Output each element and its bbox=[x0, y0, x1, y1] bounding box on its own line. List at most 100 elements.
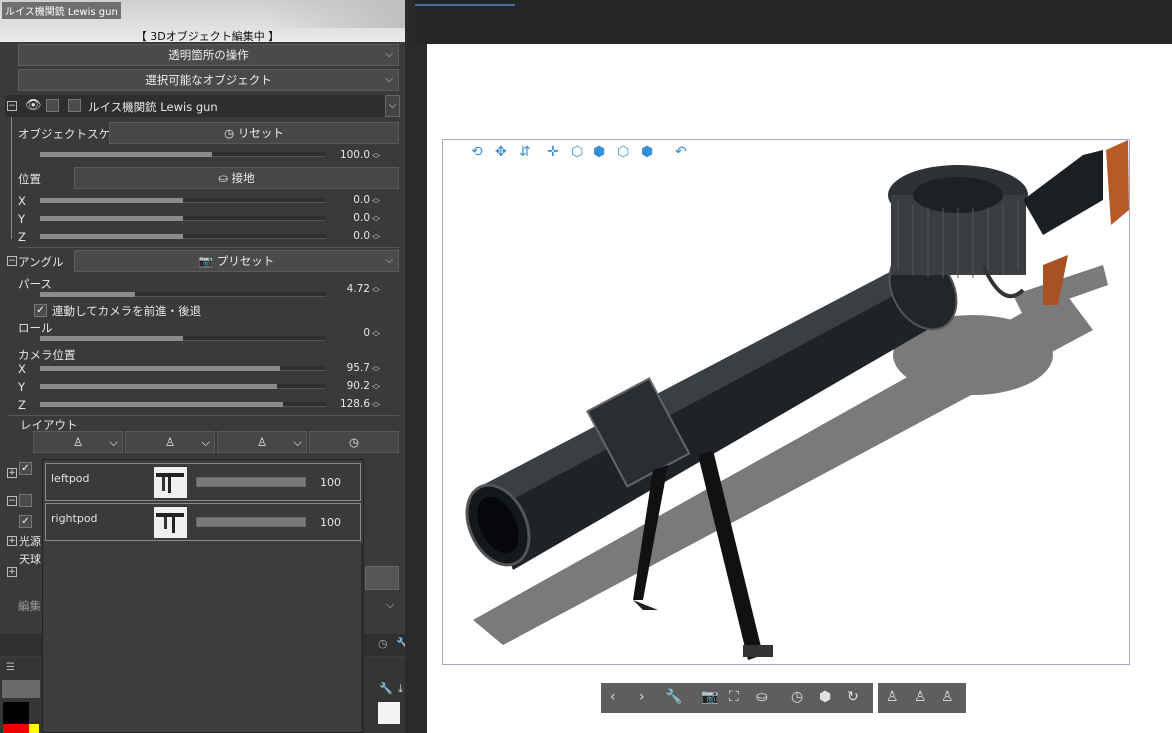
pan-camera-icon[interactable]: ✥ bbox=[495, 144, 507, 160]
sky-label: 天球 bbox=[19, 553, 41, 566]
cam-z-spin-icon[interactable]: ︿ ﹀ bbox=[372, 398, 380, 413]
angle-preset-dropdown[interactable]: 📷 プリセット ⌵ bbox=[74, 250, 399, 272]
settings-icon[interactable]: ◷ bbox=[378, 637, 388, 650]
scale-reset-button[interactable]: ◷ リセット bbox=[109, 122, 399, 144]
camera-icon[interactable]: 📷 bbox=[701, 689, 718, 705]
expand-icon[interactable]: + bbox=[7, 468, 17, 478]
angle-collapse-icon[interactable]: − bbox=[7, 256, 17, 266]
object-row[interactable]: − 👁 ルイス機関銃 Lewis gun ⌵ bbox=[5, 95, 400, 117]
color-swatch-red[interactable] bbox=[3, 724, 29, 733]
cam-x-slider[interactable] bbox=[40, 366, 326, 371]
pos-x-value[interactable]: 0.0 bbox=[320, 194, 370, 206]
cam-x-spin-icon[interactable]: ︿ ﹀ bbox=[372, 362, 380, 377]
chevron-down-icon: ⌵ bbox=[385, 74, 393, 85]
rotate-object-icon[interactable]: ⬢ bbox=[593, 144, 605, 160]
cam-y-slider[interactable] bbox=[40, 384, 326, 389]
pos-y-spin-icon[interactable]: ︿ ﹀ bbox=[372, 212, 380, 227]
object-reset-icon[interactable]: ⬢ bbox=[819, 689, 831, 705]
perspective-slider[interactable] bbox=[40, 292, 326, 297]
roll-value[interactable]: 0 bbox=[320, 327, 370, 339]
layout-pose-b-button[interactable]: ♙ ⌵ bbox=[125, 431, 215, 453]
pos-y-slider[interactable] bbox=[40, 216, 326, 221]
roll-spin-icon[interactable]: ︿ ﹀ bbox=[372, 327, 380, 342]
part-row-rightpod[interactable]: rightpod 100 bbox=[45, 503, 361, 541]
color-swatch-yellow[interactable] bbox=[29, 724, 39, 733]
previous-icon[interactable]: ‹ bbox=[610, 689, 616, 705]
undo-icon[interactable]: ↶ bbox=[675, 144, 687, 160]
cam-y-spin-icon[interactable]: ︿ ﹀ bbox=[372, 380, 380, 395]
collapse-icon[interactable]: − bbox=[7, 496, 17, 506]
part-row-leftpod[interactable]: leftpod 100 bbox=[45, 463, 361, 501]
cam-y-value[interactable]: 90.2 bbox=[320, 380, 370, 392]
layout-reset-button[interactable]: ◷ bbox=[309, 431, 399, 453]
camera-follow-checkbox[interactable]: ✓ bbox=[34, 304, 47, 317]
menu-icon[interactable]: ☰ bbox=[6, 662, 15, 673]
light-label: 光源 bbox=[19, 535, 41, 548]
expand-icon[interactable]: + bbox=[7, 536, 17, 546]
scale-slider[interactable] bbox=[40, 152, 326, 157]
ground-button[interactable]: ⛀ 接地 bbox=[74, 167, 399, 189]
color-tab[interactable] bbox=[2, 680, 40, 698]
pos-z-slider[interactable] bbox=[40, 234, 326, 239]
pos-x-spin-icon[interactable]: ︿ ﹀ bbox=[372, 194, 380, 209]
layout-pose-a-button[interactable]: ♙ ⌵ bbox=[33, 431, 123, 453]
cam-z-value[interactable]: 128.6 bbox=[320, 398, 370, 410]
ground-icon[interactable]: ⛀ bbox=[756, 689, 768, 705]
sub-color-swatch[interactable] bbox=[378, 702, 400, 724]
canvas-top-band bbox=[415, 0, 1172, 44]
selectable-objects-dropdown[interactable]: 選択可能なオブジェクト ⌵ bbox=[18, 69, 399, 91]
next-icon[interactable]: › bbox=[639, 689, 645, 705]
part-name: leftpod bbox=[51, 472, 90, 485]
scale-reset-label: リセット bbox=[237, 126, 284, 140]
hidden-button[interactable] bbox=[365, 566, 399, 590]
wrench-icon[interactable]: 🔧 bbox=[379, 682, 393, 695]
part-checkbox-2[interactable] bbox=[19, 494, 32, 507]
pos-y-value[interactable]: 0.0 bbox=[320, 212, 370, 224]
rotate-camera-icon[interactable]: ⟲ bbox=[471, 144, 483, 160]
pos-x-slider[interactable] bbox=[40, 198, 326, 203]
scale-value[interactable]: 100.0 bbox=[320, 149, 370, 161]
wrench-icon[interactable]: 🔧 bbox=[665, 689, 682, 705]
object-checkbox-a[interactable] bbox=[46, 99, 59, 112]
part-checkbox[interactable]: ✓ bbox=[19, 462, 32, 475]
part-checkbox-3[interactable]: ✓ bbox=[19, 515, 32, 528]
layout-pose-c-button[interactable]: ♙ ⌵ bbox=[217, 431, 307, 453]
roll-slider[interactable] bbox=[40, 336, 326, 341]
scale-object-icon[interactable]: ⬢ bbox=[641, 144, 653, 160]
part-slider[interactable] bbox=[196, 517, 306, 527]
transparent-ops-dropdown[interactable]: 透明箇所の操作 ⌵ bbox=[18, 44, 399, 66]
cam-x-value[interactable]: 95.7 bbox=[320, 362, 370, 374]
collapse-icon[interactable]: − bbox=[7, 101, 17, 111]
scale-spin-icon[interactable]: ︿ ﹀ bbox=[372, 149, 380, 164]
plane-move-icon[interactable]: ⬡ bbox=[571, 144, 583, 160]
pos-z-value[interactable]: 0.0 bbox=[320, 230, 370, 242]
pose-icon[interactable]: ♙ bbox=[914, 689, 927, 705]
pose-icon[interactable]: ♙ bbox=[941, 689, 954, 705]
cam-z-slider[interactable] bbox=[40, 402, 326, 407]
reset-icon[interactable]: ◷ bbox=[791, 689, 803, 705]
object-chevron-icon[interactable]: ⌵ bbox=[385, 95, 400, 117]
perspective-value[interactable]: 4.72 bbox=[320, 283, 370, 295]
main-color-swatch[interactable] bbox=[3, 702, 29, 724]
pos-z-spin-icon[interactable]: ︿ ﹀ bbox=[372, 230, 380, 245]
object-checkbox-b[interactable] bbox=[68, 99, 81, 112]
perspective-spin-icon[interactable]: ︿ ﹀ bbox=[372, 283, 380, 298]
eye-icon[interactable]: 👁 bbox=[25, 98, 42, 113]
move-object-icon[interactable]: ✛ bbox=[547, 144, 559, 160]
part-slider-fill bbox=[197, 518, 305, 526]
rotate-xy-icon[interactable]: ⬡ bbox=[617, 144, 629, 160]
move-camera-icon[interactable]: ⇵ bbox=[519, 144, 531, 160]
3d-viewport[interactable]: ⟲ ✥ ⇵ ✛ ⬡ ⬢ ⬡ ⬢ ↶ bbox=[442, 139, 1130, 665]
rotate-reset-icon[interactable]: ↻ bbox=[847, 689, 859, 705]
pos-y-label: Y bbox=[18, 212, 26, 226]
expand-icon[interactable]: + bbox=[7, 567, 17, 577]
part-slider[interactable] bbox=[196, 477, 306, 487]
download-icon[interactable]: ⤓ bbox=[398, 682, 403, 696]
popup-scrollbar[interactable] bbox=[361, 544, 364, 730]
cam-x-label: X bbox=[18, 362, 26, 376]
panel-scrollbar[interactable] bbox=[405, 0, 415, 733]
panel-header: ルイス機関銃 Lewis gun 【 3Dオブジェクト編集中 】 bbox=[0, 0, 415, 42]
pose-icon[interactable]: ♙ bbox=[886, 689, 899, 705]
chevron-down-icon[interactable]: ⌵ bbox=[386, 598, 394, 612]
fit-icon[interactable]: ⛶ bbox=[729, 689, 739, 705]
